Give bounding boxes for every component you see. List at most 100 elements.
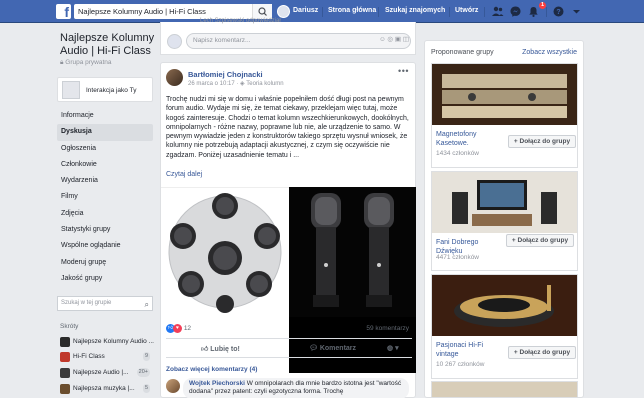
- comment-attachment-icons: ☺ ◎ ▣ ◫: [379, 33, 409, 49]
- post-author-avatar[interactable]: [166, 69, 183, 86]
- facebook-logo-icon[interactable]: f: [56, 4, 71, 19]
- reactions-summary[interactable]: 👍︎ ♥ 12: [166, 324, 191, 333]
- suggested-group-card: Fani Dobrego Dźwięku 4471 członków: [431, 171, 578, 271]
- shortcut-thumbnail: [60, 352, 70, 362]
- join-group-button[interactable]: + Dołącz do grupy: [508, 346, 576, 359]
- like-button[interactable]: 👍︎ Lubię to!: [201, 344, 240, 353]
- group-menu-item-watch-party[interactable]: Wspólne oglądanie: [57, 238, 153, 254]
- reaction-count: 12: [183, 325, 192, 333]
- group-cover-image[interactable]: [432, 275, 577, 336]
- suggested-group-name[interactable]: Pasjonaci Hi-Fi vintage: [436, 341, 506, 359]
- thumbs-up-icon: 👍︎: [201, 346, 209, 353]
- group-menu-item-photos[interactable]: Zdjęcia: [57, 206, 153, 222]
- post-author-name[interactable]: Bartłomiej Chojnacki: [188, 70, 263, 79]
- search-button[interactable]: [252, 4, 272, 19]
- join-group-label: Dołącz do grupy: [519, 138, 571, 145]
- comment-button[interactable]: 💬︎ Komentarz: [309, 344, 356, 352]
- join-group-button[interactable]: + Dołącz do grupy: [506, 234, 574, 247]
- group-menu-item-announcements[interactable]: Ogłoszenia: [57, 141, 153, 157]
- home-link[interactable]: Strona główna: [328, 7, 376, 14]
- group-privacy-label: 🔒︎ Grupa prywatna: [60, 59, 112, 67]
- shortcut-item[interactable]: Najlepsza muzyka |... 5: [57, 383, 153, 395]
- comments-count-link[interactable]: 59 komentarzy: [366, 325, 409, 332]
- comment-author-avatar[interactable]: [166, 379, 180, 393]
- group-title[interactable]: Najlepsze Kolumny Audio | Hi-Fi Class: [60, 32, 160, 58]
- search-icon: [258, 7, 267, 16]
- post-topic[interactable]: Teoria kolumn: [246, 81, 283, 87]
- camera-icon[interactable]: ◎: [387, 36, 393, 43]
- shortcut-name: Najlepsza muzyka |...: [73, 385, 135, 392]
- interact-as-selector[interactable]: Interakcja jako Ty: [57, 77, 153, 102]
- post-timestamp[interactable]: 26 marca o 10:17: [188, 81, 235, 87]
- comment-bubble-icon: 💬︎: [309, 345, 318, 352]
- shortcut-item[interactable]: Najlepsze Audio |... 20+: [57, 367, 153, 379]
- group-menu-item-moderate[interactable]: Moderuj grupę: [57, 255, 153, 271]
- join-group-button[interactable]: + Dołącz do grupy: [508, 135, 576, 148]
- group-menu-item-events[interactable]: Wydarzenia: [57, 173, 153, 189]
- feed-post: Bartłomiej Chojnacki 26 marca o 10:17 · …: [160, 62, 416, 398]
- create-link[interactable]: Utwórz: [455, 7, 478, 14]
- notifications-bell-icon[interactable]: [527, 5, 540, 18]
- shortcut-name: Najlepsze Kolumny Audio ...: [73, 338, 154, 345]
- more-options-icon[interactable]: •••: [398, 66, 409, 76]
- post-body-text: Trochę nudzi mi się w domu i właśnie pop…: [166, 96, 409, 159]
- join-group-label: Dołącz do grupy: [519, 349, 571, 356]
- group-menu-item-members[interactable]: Członkowie: [57, 157, 153, 173]
- group-menu-item-about[interactable]: Informacje: [57, 108, 153, 124]
- find-friends-link[interactable]: Szukaj znajomych: [385, 7, 445, 14]
- lock-icon: 🔒︎: [60, 59, 64, 66]
- shortcut-thumbnail: [60, 337, 70, 347]
- chevron-down-icon: ▾: [395, 345, 399, 352]
- emoji-icon[interactable]: ☺: [379, 36, 386, 43]
- group-menu: Informacje Dyskusja Ogłoszenia Członkowi…: [57, 108, 153, 287]
- join-group-label: Dołącz do grupy: [517, 237, 569, 244]
- comment-bubble: Wojtek Piechorski W omnipolarach dla mni…: [183, 378, 409, 398]
- friend-requests-icon[interactable]: [491, 5, 504, 18]
- post-action-bar: 👍︎ Lubię to! 💬︎ Komentarz ◍ ▾: [166, 338, 412, 358]
- group-search-input[interactable]: Szukaj w tej grupie ⌕: [57, 296, 153, 311]
- messenger-icon[interactable]: [509, 5, 522, 18]
- search-icon: ⌕: [144, 300, 149, 309]
- group-menu-item-discussion[interactable]: Dyskusja: [57, 124, 153, 141]
- group-cover-image[interactable]: [432, 64, 577, 125]
- love-reaction-icon: ♥: [173, 324, 182, 333]
- sticker-icon[interactable]: ◫: [403, 36, 409, 43]
- divider: [378, 7, 379, 17]
- suggested-group-members: 4471 członków: [436, 254, 479, 261]
- shortcut-thumbnail: [60, 384, 70, 394]
- user-profile-link[interactable]: Dariusz: [293, 7, 318, 14]
- interact-as-label: Interakcja jako Ty: [86, 87, 137, 94]
- user-avatar[interactable]: [277, 5, 290, 18]
- group-menu-item-videos[interactable]: Filmy: [57, 189, 153, 205]
- group-menu-item-insights[interactable]: Statystyki grupy: [57, 222, 153, 238]
- suggested-group-card[interactable]: [431, 381, 578, 397]
- search-input[interactable]: Najlepsze Kolumny Audio | Hi-Fi Class: [74, 4, 272, 19]
- see-all-link[interactable]: Zobacz wszystkie: [522, 49, 577, 56]
- shortcut-item[interactable]: Hi-Fi Class 9: [57, 351, 153, 363]
- comment-input[interactable]: Napisz komentarz...: [186, 33, 411, 49]
- plus-icon: +: [511, 237, 516, 244]
- group-cover-image[interactable]: [432, 172, 577, 233]
- divider: [546, 7, 547, 17]
- suggested-group-name[interactable]: Magnetofony Kasetowe.: [436, 130, 506, 148]
- suggested-group-members: 10 267 członków: [436, 361, 485, 368]
- comment-author-name[interactable]: Wojtek Piechorski: [189, 380, 245, 387]
- read-more-link[interactable]: Czytaj dalej: [166, 171, 202, 178]
- gif-icon[interactable]: ▣: [395, 36, 401, 43]
- previous-reply-text[interactable]: Lech Szpisewski odpowiedział: [200, 18, 281, 24]
- shortcut-item[interactable]: Najlepsze Kolumny Audio ...: [57, 336, 154, 348]
- account-menu-chevron-down-icon[interactable]: [570, 5, 583, 18]
- suggested-group-card: Pasjonaci Hi-Fi vintage 10 267 członków …: [431, 274, 578, 379]
- divider: [449, 7, 450, 17]
- help-icon[interactable]: ?: [552, 5, 565, 18]
- divider: [322, 7, 323, 17]
- plus-icon: +: [513, 349, 518, 356]
- globe-icon: ◍: [387, 345, 394, 352]
- see-more-comments-link[interactable]: Zobacz więcej komentarzy (4): [166, 366, 257, 373]
- svg-text:?: ?: [556, 9, 560, 16]
- comment-composer: Napisz komentarz... ☺ ◎ ▣ ◫: [160, 22, 416, 55]
- suggested-groups-panel: Proponowane grupy Zobacz wszystkie Magne…: [424, 40, 584, 398]
- group-menu-item-quality[interactable]: Jakość grupy: [57, 271, 153, 287]
- share-options-button[interactable]: ◍ ▾: [387, 344, 399, 352]
- group-search-placeholder: Szukaj w tej grupie: [61, 300, 112, 306]
